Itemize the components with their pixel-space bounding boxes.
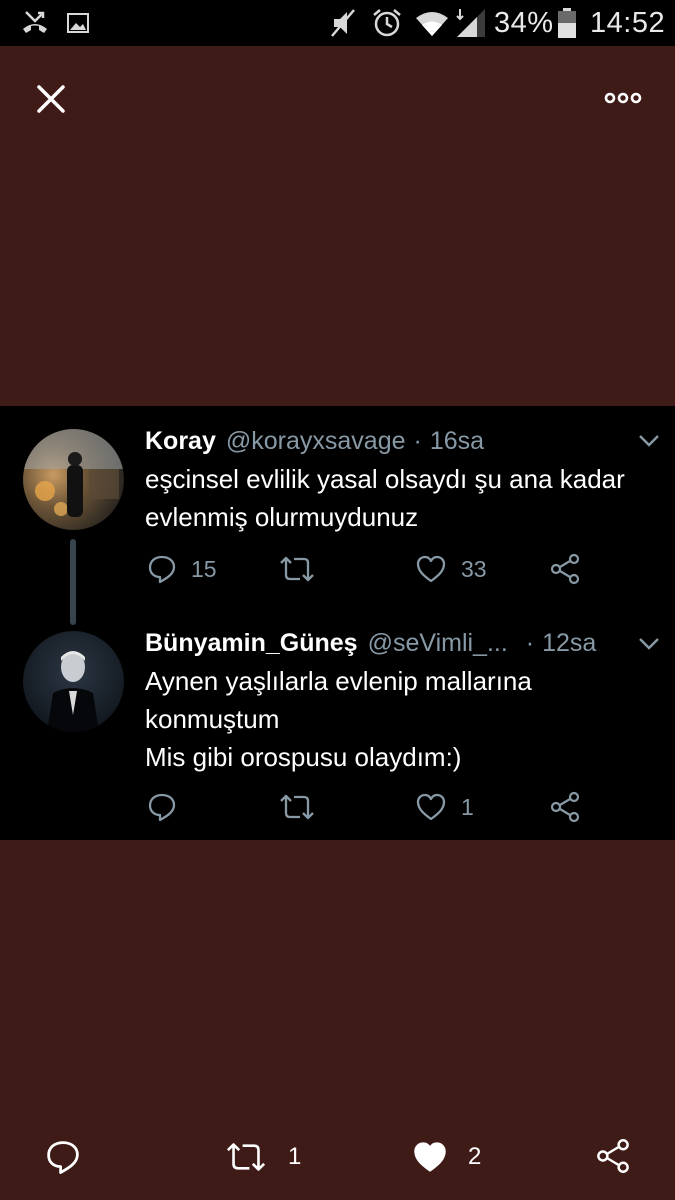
close-button[interactable] xyxy=(36,84,66,119)
display-name[interactable]: Bünyamin_Güneş xyxy=(145,629,358,658)
chevron-down-icon xyxy=(639,435,659,447)
reply-button[interactable]: 15 xyxy=(147,554,217,584)
tweet-line: Mis gibi orospusu olaydım:) xyxy=(145,742,462,772)
reply-icon xyxy=(148,555,176,584)
tweet-menu-button[interactable] xyxy=(638,434,660,453)
retweet-count: 1 xyxy=(288,1143,302,1170)
retweet-icon xyxy=(280,794,314,820)
like-count: 1 xyxy=(461,793,474,820)
avatar[interactable] xyxy=(23,429,124,530)
timestamp[interactable]: 12sa xyxy=(542,629,596,658)
separator: · xyxy=(525,629,535,657)
reply-button[interactable] xyxy=(147,792,191,822)
heart-icon xyxy=(416,793,446,821)
tweet-line: konmuştum xyxy=(145,704,280,734)
retweet-icon xyxy=(226,1143,266,1171)
like-button[interactable]: 1 xyxy=(415,792,474,822)
image-icon xyxy=(66,0,90,46)
share-button[interactable] xyxy=(549,791,581,823)
retweet-button[interactable] xyxy=(278,554,330,584)
share-icon xyxy=(550,791,580,823)
tweet-line: eşcinsel evlilik yasal olsaydı şu ana ka… xyxy=(145,464,625,494)
mute-icon xyxy=(328,0,358,46)
reply-icon xyxy=(47,1141,79,1174)
tweet-text: eşcinsel evlilik yasal olsaydı şu ana ka… xyxy=(145,460,660,536)
tweet-line: evlenmiş olurmuydunuz xyxy=(145,502,419,532)
retweet-icon xyxy=(280,556,314,582)
tweet-line: Aynen yaşlılarla evlenip mallarına xyxy=(145,666,532,696)
wifi-icon xyxy=(414,0,450,46)
heart-icon xyxy=(416,555,446,583)
retweet-button[interactable] xyxy=(278,792,330,822)
like-count: 2 xyxy=(468,1143,482,1170)
alarm-icon xyxy=(371,0,403,46)
username[interactable]: @seVimli_... xyxy=(368,629,508,658)
like-button[interactable]: 2 xyxy=(412,1140,481,1174)
reply-button[interactable] xyxy=(45,1139,81,1175)
more-icon xyxy=(604,92,642,104)
thread-line xyxy=(70,539,76,625)
close-icon xyxy=(37,85,65,113)
like-count: 33 xyxy=(461,555,487,582)
share-icon xyxy=(597,1139,629,1173)
reply-count: 15 xyxy=(191,555,217,582)
battery-percent: 34% xyxy=(494,6,554,39)
share-button[interactable] xyxy=(595,1138,631,1174)
heart-icon xyxy=(414,1142,446,1172)
more-options-button[interactable] xyxy=(604,90,642,111)
display-name[interactable]: Koray xyxy=(145,427,216,456)
tweet-header: Bünyamin_Güneş @seVimli_... · 12sa xyxy=(145,629,596,658)
chevron-down-icon xyxy=(639,638,659,650)
retweet-button[interactable]: 1 xyxy=(224,1140,301,1174)
like-button[interactable]: 33 xyxy=(415,554,487,584)
missed-call-icon xyxy=(20,0,50,46)
status-bar: 34% 14:52 xyxy=(0,0,675,46)
status-time: 14:52 xyxy=(590,6,666,39)
signal-icon xyxy=(455,0,487,46)
share-button[interactable] xyxy=(549,553,581,585)
tweet-header: Koray @korayxsavage · 16sa xyxy=(145,427,484,456)
separator: · xyxy=(413,427,422,455)
battery-icon xyxy=(556,0,578,46)
avatar[interactable] xyxy=(23,631,124,732)
username[interactable]: @korayxsavage xyxy=(226,427,406,456)
tweet-menu-button[interactable] xyxy=(638,637,660,656)
tweet-text: Aynen yaşlılarla evlenip mallarına konmu… xyxy=(145,662,660,776)
timestamp[interactable]: 16sa xyxy=(430,427,484,456)
reply-icon xyxy=(148,793,176,822)
share-icon xyxy=(550,553,580,585)
